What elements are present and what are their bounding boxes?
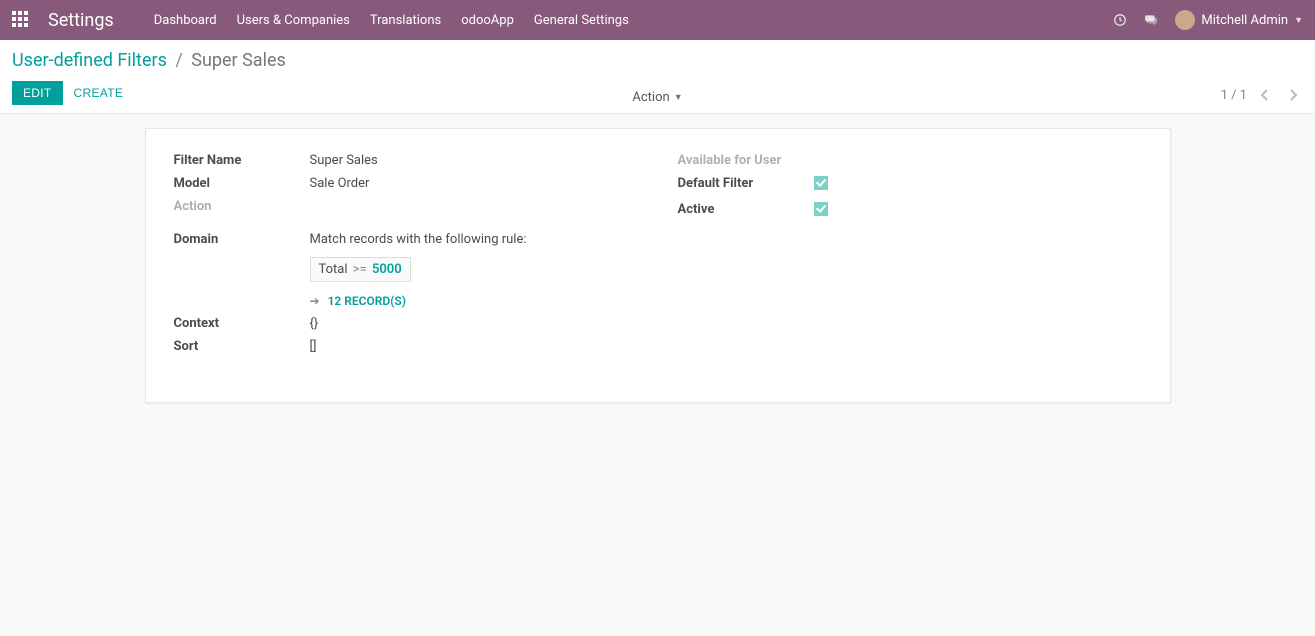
nav-item-odooapp[interactable]: odooApp	[461, 13, 514, 28]
label-sort: Sort	[174, 339, 310, 354]
nav-right: Mitchell Admin ▼	[1113, 10, 1303, 30]
arrow-right-icon: ➔	[310, 294, 320, 308]
action-menu[interactable]: Action ▼	[632, 90, 682, 105]
label-domain: Domain	[174, 232, 310, 247]
breadcrumb: User-defined Filters / Super Sales	[12, 50, 1303, 71]
domain-field: Total	[319, 262, 348, 277]
value-domain: Match records with the following rule: T…	[310, 232, 527, 308]
user-menu[interactable]: Mitchell Admin ▼	[1175, 10, 1303, 30]
checkbox-active[interactable]	[814, 202, 828, 216]
apps-icon[interactable]	[12, 11, 30, 29]
value-context: {}	[310, 316, 319, 331]
caret-down-icon: ▼	[1294, 15, 1303, 26]
create-button[interactable]: CREATE	[63, 81, 135, 105]
nav-item-dashboard[interactable]: Dashboard	[154, 13, 217, 28]
nav-item-translations[interactable]: Translations	[370, 13, 441, 28]
label-model: Model	[174, 176, 310, 191]
domain-value: 5000	[372, 262, 402, 277]
user-name: Mitchell Admin	[1201, 13, 1288, 28]
caret-down-icon: ▼	[674, 92, 683, 103]
avatar	[1175, 10, 1195, 30]
value-model: Sale Order	[310, 176, 370, 191]
control-panel: User-defined Filters / Super Sales EDIT …	[0, 40, 1315, 114]
content: Filter Name Super Sales Model Sale Order…	[0, 114, 1315, 443]
records-count: 12 RECORD(S)	[328, 294, 406, 308]
app-brand: Settings	[48, 10, 114, 31]
breadcrumb-current: Super Sales	[191, 50, 286, 71]
checkbox-default-filter[interactable]	[814, 176, 828, 190]
pager-text: 1 / 1	[1221, 88, 1247, 103]
edit-button[interactable]: EDIT	[12, 81, 63, 105]
nav-item-users-companies[interactable]: Users & Companies	[237, 13, 350, 28]
label-context: Context	[174, 316, 310, 331]
label-filter-name: Filter Name	[174, 153, 310, 168]
domain-description: Match records with the following rule:	[310, 232, 527, 247]
label-default-filter: Default Filter	[678, 176, 814, 191]
nav-item-general-settings[interactable]: General Settings	[534, 13, 629, 28]
pager: 1 / 1	[1221, 85, 1303, 105]
form-right-column: Available for User Default Filter Active	[678, 153, 1142, 362]
discuss-icon[interactable]	[1143, 13, 1159, 27]
activity-icon[interactable]	[1113, 13, 1127, 27]
domain-rule: Total >= 5000	[310, 257, 411, 282]
label-active: Active	[678, 202, 814, 217]
pager-prev[interactable]	[1255, 85, 1275, 105]
value-sort: []	[310, 339, 317, 354]
value-filter-name: Super Sales	[310, 153, 378, 168]
navbar: Settings Dashboard Users & Companies Tra…	[0, 0, 1315, 40]
domain-operator: >=	[353, 262, 367, 277]
form-left-column: Filter Name Super Sales Model Sale Order…	[174, 153, 638, 362]
breadcrumb-parent[interactable]: User-defined Filters	[12, 50, 167, 71]
label-available-for-user: Available for User	[678, 153, 814, 168]
label-action: Action	[174, 199, 310, 214]
action-menu-label: Action	[632, 90, 669, 105]
form-sheet: Filter Name Super Sales Model Sale Order…	[145, 128, 1171, 403]
breadcrumb-separator: /	[175, 50, 182, 71]
pager-next[interactable]	[1283, 85, 1303, 105]
records-link[interactable]: ➔ 12 RECORD(S)	[310, 294, 527, 308]
nav-menu: Dashboard Users & Companies Translations…	[154, 13, 629, 28]
